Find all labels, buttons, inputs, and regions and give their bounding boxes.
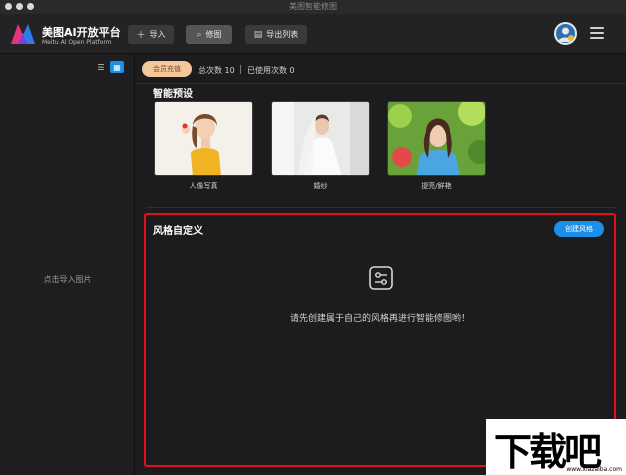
preset-thumbnail-wedding[interactable]: [271, 101, 370, 176]
import-label: 导入: [149, 30, 166, 39]
import-hint[interactable]: 点击导入图片: [0, 274, 135, 285]
create-style-button[interactable]: 创建风格: [554, 221, 604, 237]
recharge-button[interactable]: 会员充值: [142, 61, 192, 77]
top-divider: [136, 83, 626, 84]
retouch-button[interactable]: ⌕ 修图: [186, 25, 232, 44]
list-view-icon[interactable]: ☰: [94, 61, 108, 73]
user-icon: [558, 27, 574, 42]
magic-wand-icon: ⌕: [196, 29, 202, 40]
brighten-photo: [388, 102, 485, 175]
total-count: 总次数 10: [198, 66, 235, 75]
meitu-logo-icon: [11, 24, 35, 44]
empty-state-text: 请先创建属于自己的风格再进行智能修图哟！: [289, 314, 470, 324]
preset-label: 提亮/鲜艳: [421, 182, 452, 190]
plus-icon: ＋: [136, 31, 146, 41]
window-title: 美图智能修图: [289, 2, 337, 11]
preset-thumbnail-portrait[interactable]: [154, 101, 253, 176]
view-toggle: ☰ ▦: [94, 61, 124, 73]
title-bar: 美图智能修图: [0, 0, 626, 14]
watermark-url: www.xiazaiba.com: [566, 466, 622, 473]
brand-name: 美图AI开放平台: [42, 26, 121, 39]
count-separator: [240, 65, 241, 74]
wedding-photo: [272, 102, 369, 175]
custom-style-title: 风格自定义: [153, 226, 203, 237]
image-sidebar: ☰ ▦ 点击导入图片: [0, 55, 135, 475]
used-count: 已使用次数 0: [247, 66, 295, 75]
section-divider: [146, 207, 616, 208]
export-list-label: 导出列表: [266, 30, 299, 39]
preset-thumbnail-brighten[interactable]: [387, 101, 486, 176]
brand-subtitle: Meitu AI Open Platform: [42, 39, 112, 46]
retouch-label: 修图: [205, 30, 222, 39]
import-button[interactable]: ＋ 导入: [128, 25, 174, 44]
main-panel: 会员充值 总次数 10 已使用次数 0 智能预设 人像写真 婚纱 提亮/鲜艳 风…: [136, 55, 626, 475]
presets-title: 智能预设: [153, 89, 193, 100]
grid-view-icon[interactable]: ▦: [110, 61, 124, 73]
style-settings-icon: [369, 266, 393, 290]
portrait-photo: [155, 102, 252, 175]
export-list-button[interactable]: ▤ 导出列表: [245, 25, 307, 44]
user-avatar[interactable]: [554, 22, 577, 45]
preset-label: 人像写真: [189, 182, 218, 190]
export-icon: ▤: [253, 29, 263, 40]
hamburger-menu-icon[interactable]: [590, 27, 604, 39]
preset-label: 婚纱: [313, 182, 328, 190]
app-header: 美图AI开放平台 Meitu AI Open Platform ＋ 导入 ⌕ 修…: [0, 14, 626, 54]
site-watermark: 下载吧 www.xiazaiba.com: [486, 419, 626, 475]
